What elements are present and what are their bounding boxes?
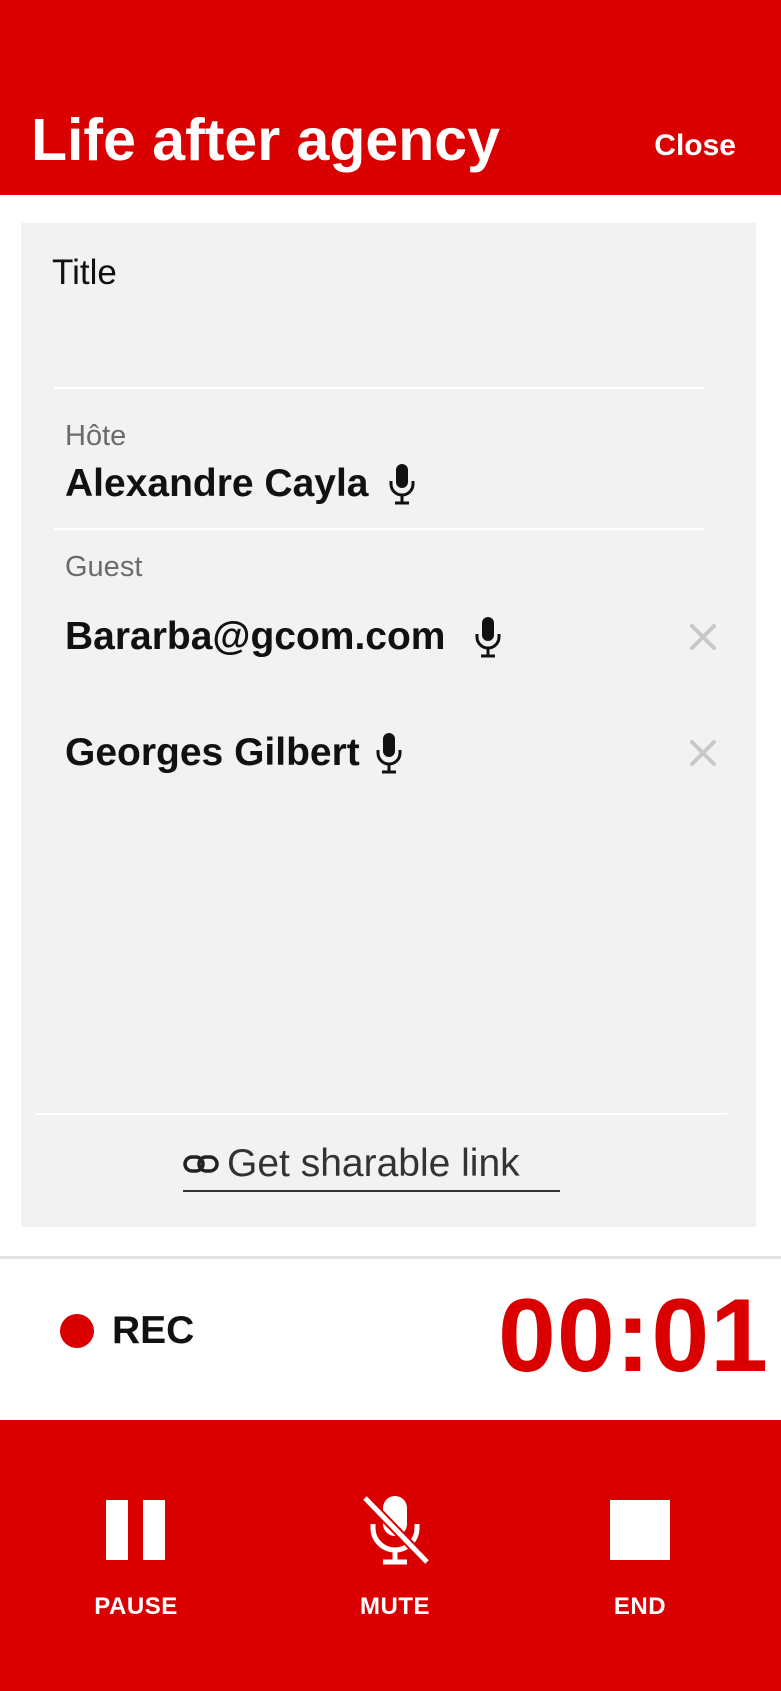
mute-button[interactable]: MUTE xyxy=(315,1494,475,1640)
app-header: Life after agency Close xyxy=(0,0,781,195)
recording-timer: 00:01 xyxy=(498,1278,769,1394)
divider xyxy=(54,528,705,530)
stop-icon xyxy=(610,1500,670,1560)
guest-row: Bararba@gcom.com xyxy=(65,612,503,662)
mute-label: MUTE xyxy=(360,1593,430,1620)
host-label: Hôte xyxy=(65,420,127,452)
microphone-off-icon xyxy=(361,1494,431,1566)
link-icon xyxy=(183,1155,219,1173)
end-button[interactable]: END xyxy=(560,1500,720,1640)
get-sharable-link-button[interactable]: Get sharable link xyxy=(183,1138,560,1192)
host-name: Alexandre Cayla xyxy=(65,462,369,505)
microphone-icon xyxy=(376,733,402,774)
recording-controls: PAUSE MUTE END xyxy=(0,1420,781,1691)
guest-label: Guest xyxy=(65,551,143,583)
guest-row: Georges Gilbert xyxy=(65,728,404,778)
guest-name: Georges Gilbert xyxy=(65,731,360,774)
session-details-card: Title Hôte Alexandre Cayla Guest Bararba… xyxy=(21,223,756,1227)
title-label: Title xyxy=(52,253,117,292)
close-button[interactable]: Close xyxy=(654,126,736,166)
host-row: Alexandre Cayla xyxy=(65,459,417,509)
remove-guest-icon[interactable] xyxy=(688,738,718,768)
title-input[interactable] xyxy=(54,303,708,360)
divider xyxy=(54,387,705,389)
rec-label: REC xyxy=(112,1309,195,1352)
end-label: END xyxy=(613,1593,667,1620)
pause-icon xyxy=(106,1500,165,1560)
remove-guest-icon[interactable] xyxy=(688,622,718,652)
microphone-icon xyxy=(389,464,414,505)
session-title: Life after agency xyxy=(31,107,500,173)
guest-name: Bararba@gcom.com xyxy=(65,615,446,658)
microphone-icon xyxy=(475,617,501,658)
record-indicator-icon xyxy=(60,1314,94,1348)
pause-label: PAUSE xyxy=(94,1593,178,1620)
recording-status-bar: REC 00:01 xyxy=(0,1256,781,1423)
divider xyxy=(35,1113,727,1115)
pause-button[interactable]: PAUSE xyxy=(56,1500,216,1640)
share-link-label: Get sharable link xyxy=(227,1142,520,1185)
